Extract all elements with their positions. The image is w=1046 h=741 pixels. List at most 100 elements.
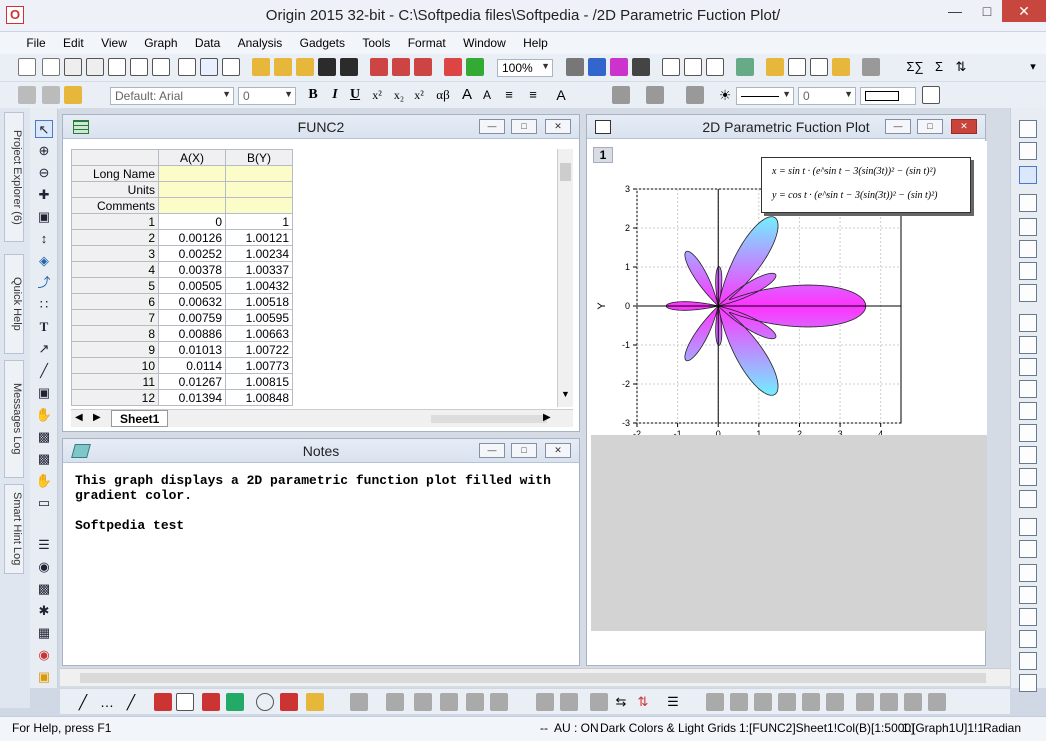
ungroup-icon[interactable] — [1019, 630, 1037, 648]
menu-edit[interactable]: Edit — [56, 32, 91, 50]
swap-mask-icon[interactable]: ⇆ — [612, 693, 630, 711]
new-matrix-icon[interactable] — [64, 58, 82, 76]
notes-window[interactable]: Notes — □ ✕ This graph displays a 2D par… — [62, 438, 580, 666]
menu-help[interactable]: Help — [516, 32, 555, 50]
cell-a[interactable]: 0.01013 — [158, 341, 226, 358]
find-icon[interactable] — [766, 58, 784, 76]
row-header-units[interactable]: Units — [71, 181, 159, 198]
circle-tool-icon[interactable]: ◉ — [35, 558, 53, 576]
cell[interactable] — [225, 181, 293, 198]
cell-b[interactable]: 1.00848 — [225, 389, 293, 406]
axis-top-icon[interactable] — [1019, 358, 1037, 376]
row-number[interactable]: 3 — [71, 245, 159, 262]
scroll-thumb[interactable] — [560, 163, 571, 181]
multiply-icon[interactable]: ✱ — [35, 602, 53, 620]
3d-surface-icon[interactable] — [386, 693, 404, 711]
reset-view-icon[interactable] — [826, 693, 844, 711]
row-header-long-name[interactable]: Long Name — [71, 165, 159, 182]
line-color-icon[interactable] — [686, 86, 704, 104]
cell[interactable] — [158, 197, 226, 214]
toolbar-overflow-icon[interactable]: ▾ — [1024, 58, 1042, 76]
script-window-icon[interactable] — [684, 58, 702, 76]
bold-button[interactable]: B — [304, 86, 322, 104]
arrow-tool-icon[interactable]: ↗ — [35, 340, 53, 358]
shrink-icon[interactable] — [904, 693, 922, 711]
table-icon[interactable] — [922, 86, 940, 104]
cell-b[interactable]: 1.00337 — [225, 261, 293, 278]
tilt-left-icon[interactable] — [754, 693, 772, 711]
row-number[interactable]: 11 — [71, 373, 159, 390]
back-icon[interactable] — [1019, 674, 1037, 692]
column-icon[interactable]: ▦ — [35, 624, 53, 642]
cell-b[interactable]: 1.00518 — [225, 293, 293, 310]
refresh-icon[interactable] — [588, 58, 606, 76]
hide-mask-icon[interactable]: ⇅ — [634, 693, 652, 711]
maximize-button[interactable]: □ — [972, 0, 1002, 22]
worksheet-grid[interactable]: A(X) B(Y) Long Name Units Comments 10120… — [71, 149, 293, 406]
statistics-icon[interactable]: Σ∑ — [906, 58, 924, 76]
cell-a[interactable]: 0.01394 — [158, 389, 226, 406]
open-template-icon[interactable] — [274, 58, 292, 76]
menu-analysis[interactable]: Analysis — [231, 32, 290, 50]
axis-frame-icon[interactable] — [1019, 380, 1037, 398]
duplicate-icon[interactable] — [610, 58, 628, 76]
3d-scatter-icon[interactable] — [490, 693, 508, 711]
fit-frame-icon[interactable] — [856, 693, 874, 711]
align-bottom-objects-icon[interactable] — [1019, 540, 1037, 558]
copy-format-icon[interactable] — [928, 693, 946, 711]
italic-button[interactable]: I — [326, 86, 344, 104]
graph-window[interactable]: 2D Parametric Fuction Plot — □ ✕ -2 -1 0 1 2… — [586, 114, 987, 666]
cell[interactable] — [158, 165, 226, 182]
pan-hand-icon[interactable]: ✋ — [35, 406, 53, 424]
sheet-tab[interactable]: Sheet1 — [111, 410, 169, 427]
sort-icon[interactable]: ⇅ — [952, 58, 970, 76]
table-row[interactable]: 2 0.00126 1.00121 — [71, 229, 293, 246]
superscript-icon[interactable]: x² — [368, 86, 386, 104]
graph-restore-button[interactable]: □ — [917, 119, 943, 134]
save-project-icon[interactable] — [318, 58, 336, 76]
row-number[interactable]: 12 — [71, 389, 159, 406]
prev-sheet-icon[interactable]: ◀ — [75, 412, 83, 423]
table-row[interactable]: 9 0.01013 1.00722 — [71, 341, 293, 358]
minimize-button[interactable]: — — [938, 0, 972, 22]
cell[interactable] — [225, 197, 293, 214]
menu-format[interactable]: Format — [401, 32, 453, 50]
layer-grid4-icon[interactable] — [1019, 284, 1037, 302]
cut-icon[interactable] — [18, 86, 36, 104]
worksheet-restore-button[interactable]: □ — [511, 119, 537, 134]
worksheet-close-button[interactable]: ✕ — [545, 119, 571, 134]
line-tool-icon[interactable]: ╱ — [35, 362, 53, 380]
increase-font-icon[interactable]: A — [458, 86, 476, 104]
menu-graph[interactable]: Graph — [137, 32, 184, 50]
3d-ribbon-icon[interactable] — [466, 693, 484, 711]
align-top-objects-icon[interactable] — [1019, 518, 1037, 536]
worksheet-horizontal-scrollbar[interactable] — [431, 415, 547, 423]
tab-project-explorer[interactable]: Project Explorer (6) — [4, 112, 24, 242]
decrease-font-icon[interactable]: A — [478, 86, 496, 104]
menu-tools[interactable]: Tools — [355, 32, 397, 50]
row-number[interactable]: 6 — [71, 293, 159, 310]
axis-left-icon[interactable] — [1019, 314, 1037, 332]
recalculate-icon[interactable] — [444, 58, 462, 76]
graph-close-button[interactable]: ✕ — [951, 119, 977, 134]
command-window-icon[interactable] — [788, 58, 806, 76]
row-header-comments[interactable]: Comments — [71, 197, 159, 214]
new-graph-icon[interactable] — [86, 58, 104, 76]
3d-bars-icon[interactable] — [350, 693, 368, 711]
fill-color-icon[interactable] — [612, 86, 630, 104]
line-symbol-icon[interactable]: ╱ — [122, 693, 140, 711]
new-notes-icon[interactable] — [178, 58, 196, 76]
paste-icon[interactable] — [64, 86, 82, 104]
cell-a[interactable]: 0.00886 — [158, 325, 226, 342]
notes-caption[interactable]: Notes — □ ✕ — [63, 439, 579, 463]
rotate-ccw-icon[interactable] — [706, 693, 724, 711]
insert-graph-icon[interactable]: ▩ — [35, 428, 53, 446]
settings-icon[interactable] — [832, 58, 850, 76]
subscript-icon[interactable]: x₂ — [390, 86, 408, 104]
new-excel-icon[interactable] — [130, 58, 148, 76]
table-row[interactable]: 4 0.00378 1.00337 — [71, 261, 293, 278]
cell-a[interactable]: 0.00252 — [158, 245, 226, 262]
tab-smart-hint-log[interactable]: Smart Hint Log — [4, 484, 24, 574]
tilt-right-icon[interactable] — [778, 693, 796, 711]
table-row[interactable]: 3 0.00252 1.00234 — [71, 245, 293, 262]
